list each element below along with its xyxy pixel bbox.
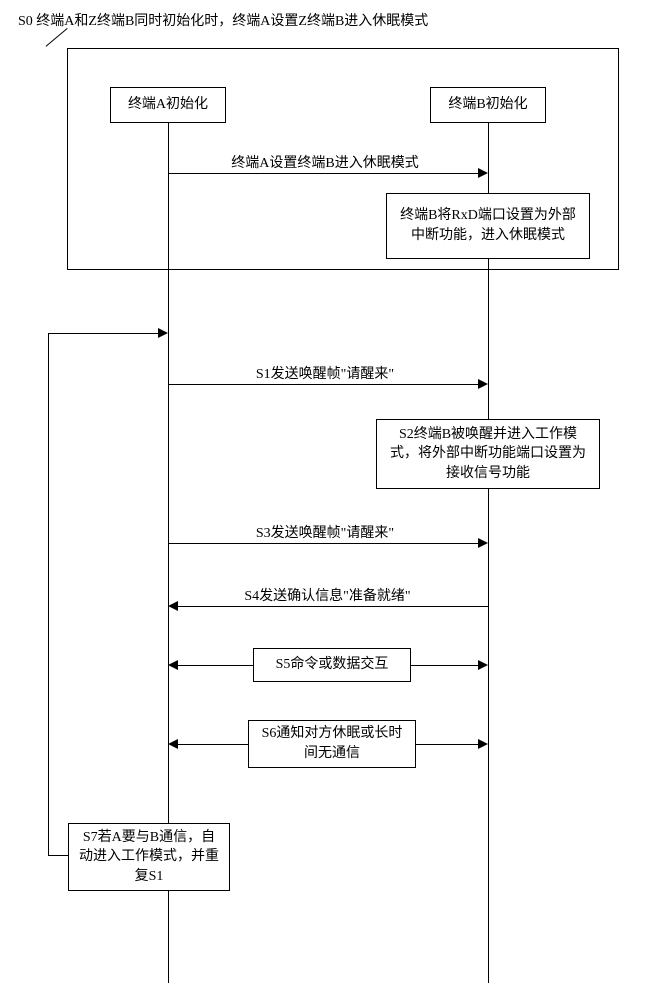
s0-frame-cut	[46, 28, 68, 47]
loop-top-arrow	[158, 328, 168, 338]
s6-arrow-left	[168, 739, 178, 749]
s5-box: S5命令或数据交互	[253, 648, 411, 682]
loop-bottom-h	[48, 855, 68, 856]
loop-left-v	[48, 333, 49, 855]
terminal-a-init-box: 终端A初始化	[110, 87, 226, 123]
s0-msg-set-sleep-line	[168, 173, 480, 174]
s6-line-right	[416, 744, 480, 745]
s2-box: S2终端B被唤醒并进入工作模式，将外部中断功能端口设置为接收信号功能	[376, 419, 600, 489]
s0-msg-set-sleep-label: 终端A设置终端B进入休眠模式	[195, 152, 455, 172]
sequence-diagram: S0 终端A和Z终端B同时初始化时，终端A设置Z终端B进入休眠模式 终端A初始化…	[0, 0, 647, 1000]
s4-line	[176, 606, 488, 607]
s3-label: S3发送唤醒帧"请醒来"	[200, 522, 450, 542]
terminal-a-init-label: 终端A初始化	[128, 95, 208, 115]
s1-line	[168, 384, 480, 385]
s0-b-sleep-box: 终端B将RxD端口设置为外部中断功能，进入休眠模式	[386, 193, 590, 259]
s0-header-label: S0 终端A和Z终端B同时初始化时，终端A设置Z终端B进入休眠模式	[18, 10, 428, 30]
s5-label: S5命令或数据交互	[276, 655, 389, 675]
terminal-b-init-label: 终端B初始化	[448, 95, 527, 115]
s6-arrow-right	[478, 739, 488, 749]
s7-label: S7若A要与B通信，自动进入工作模式，并重复S1	[77, 828, 221, 887]
s5-line-right	[411, 665, 480, 666]
terminal-b-init-box: 终端B初始化	[430, 87, 546, 123]
s4-label: S4发送确认信息"准备就绪"	[195, 585, 460, 605]
s6-box: S6通知对方休眠或长时间无通信	[248, 720, 416, 768]
s3-line	[168, 543, 480, 544]
s3-arrow	[478, 538, 488, 548]
s6-label: S6通知对方休眠或长时间无通信	[255, 724, 409, 763]
loop-top-h	[48, 333, 160, 334]
s2-label: S2终端B被唤醒并进入工作模式，将外部中断功能端口设置为接收信号功能	[385, 425, 591, 484]
s5-line-left	[176, 665, 253, 666]
s0-b-sleep-label: 终端B将RxD端口设置为外部中断功能，进入休眠模式	[395, 206, 581, 245]
s5-arrow-right	[478, 660, 488, 670]
s4-arrow	[168, 601, 178, 611]
s1-arrow	[478, 379, 488, 389]
s6-line-left	[176, 744, 248, 745]
s5-arrow-left	[168, 660, 178, 670]
s7-box: S7若A要与B通信，自动进入工作模式，并重复S1	[68, 823, 230, 891]
s1-label: S1发送唤醒帧"请醒来"	[200, 363, 450, 383]
s0-msg-set-sleep-arrow	[478, 168, 488, 178]
